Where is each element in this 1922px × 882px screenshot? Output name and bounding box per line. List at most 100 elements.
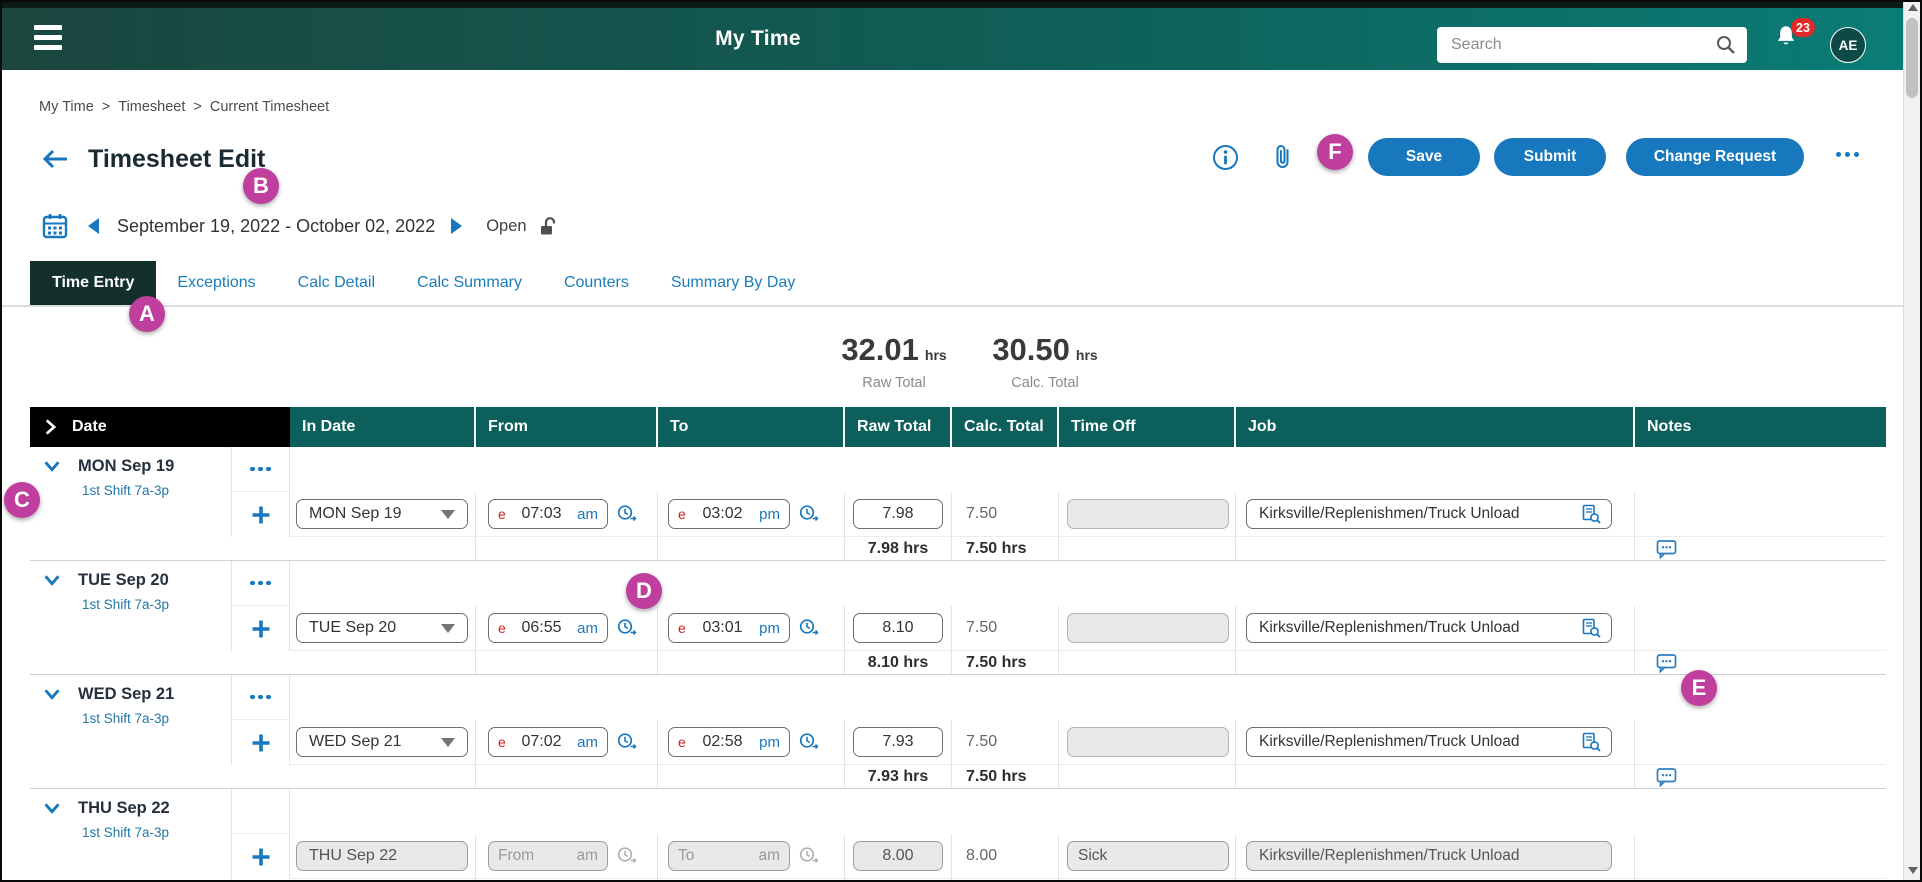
avatar[interactable]: AE (1830, 27, 1866, 63)
subtotal-spacer (1236, 537, 1635, 560)
time-off-input[interactable] (1067, 499, 1229, 529)
breadcrumb-timesheet[interactable]: Timesheet (118, 99, 185, 115)
time-transfer-clock-icon[interactable] (616, 503, 639, 526)
breadcrumb-my-time[interactable]: My Time (39, 99, 94, 115)
date-cell: WED Sep 21 1st Shift 7a-3p (30, 675, 232, 765)
time-transfer-clock-icon[interactable] (798, 731, 821, 754)
job-lookup-icon[interactable] (1581, 732, 1602, 753)
time-off-input[interactable] (1067, 613, 1229, 643)
notifications-bell-icon[interactable]: 23 (1772, 18, 1818, 64)
dropdown-caret-icon (441, 623, 455, 633)
time-transfer-clock-icon-disabled (616, 845, 639, 868)
add-row-plus-icon[interactable] (250, 846, 272, 868)
collapse-day-chevron-icon[interactable] (40, 455, 64, 477)
notes-comment-icon[interactable] (1655, 651, 1678, 674)
row-more-options-icon[interactable] (250, 694, 271, 700)
more-options-icon[interactable] (1836, 152, 1859, 157)
next-period-icon[interactable] (451, 218, 463, 234)
to-time-input[interactable]: e 02:58 pm (668, 727, 790, 757)
tab-counters[interactable]: Counters (543, 261, 650, 305)
notes-comment-icon[interactable] (1655, 765, 1678, 788)
tab-calc-summary[interactable]: Calc Summary (396, 261, 543, 305)
to-time-input[interactable]: e 03:01 pm (668, 613, 790, 643)
shift-link[interactable]: 1st Shift 7a-3p (82, 597, 169, 612)
tab-calc-detail[interactable]: Calc Detail (277, 261, 396, 305)
add-row-plus-icon[interactable] (250, 618, 272, 640)
scrollbar-up-arrow-icon[interactable] (1908, 4, 1918, 11)
title-row: Timesheet Edit (40, 138, 265, 180)
raw-total-unit: hrs (924, 347, 947, 363)
time-transfer-clock-icon[interactable] (798, 503, 821, 526)
in-date-dropdown[interactable]: WED Sep 21 (296, 727, 468, 757)
in-date-dropdown[interactable]: MON Sep 19 (296, 499, 468, 529)
add-row-plus-icon[interactable] (250, 732, 272, 754)
notes-subtotal-cell (1635, 651, 1886, 674)
raw-total-input[interactable]: 8.10 (853, 613, 943, 643)
add-row-plus-icon[interactable] (250, 504, 272, 526)
hamburger-menu-icon[interactable] (34, 25, 64, 53)
app-title: My Time (715, 27, 801, 50)
time-transfer-clock-icon[interactable] (616, 617, 639, 640)
back-arrow-icon[interactable] (40, 148, 70, 170)
calc-total-cell: 8.00 (952, 834, 1059, 879)
subtotal-spacer (476, 651, 658, 674)
row-more-options-icon[interactable] (250, 466, 271, 472)
time-off-input-disabled: Sick (1067, 841, 1229, 871)
time-transfer-clock-icon[interactable] (616, 731, 639, 754)
time-off-input[interactable] (1067, 727, 1229, 757)
from-time-input[interactable]: e 06:55 am (488, 613, 608, 643)
to-time-input[interactable]: e 03:02 pm (668, 499, 790, 529)
vertical-scrollbar[interactable] (1903, 2, 1920, 880)
tab-summary-by-day[interactable]: Summary By Day (650, 261, 816, 305)
annotation-badge-e: E (1681, 670, 1717, 706)
notes-comment-icon[interactable] (1655, 537, 1678, 560)
to-cell: e 03:02 pm (658, 492, 845, 537)
calc-total-cell: 7.50 (952, 492, 1059, 537)
job-input[interactable]: Kirksville/Replenishmen/Truck Unload (1246, 727, 1612, 757)
job-input[interactable]: Kirksville/Replenishmen/Truck Unload (1246, 499, 1612, 529)
search-input[interactable] (1451, 36, 1715, 54)
search-icon[interactable] (1715, 34, 1737, 56)
change-request-button[interactable]: Change Request (1626, 138, 1804, 176)
save-button[interactable]: Save (1368, 138, 1480, 176)
time-off-cell (1059, 720, 1236, 765)
column-header-from: From (476, 407, 658, 447)
raw-total-input[interactable]: 7.98 (853, 499, 943, 529)
time-transfer-clock-icon-disabled (798, 845, 821, 868)
shift-link[interactable]: 1st Shift 7a-3p (82, 483, 169, 498)
shift-link[interactable]: 1st Shift 7a-3p (82, 825, 169, 840)
column-header-date[interactable]: Date (30, 407, 232, 447)
job-lookup-icon[interactable] (1581, 504, 1602, 525)
notes-cell (1635, 492, 1886, 537)
scrollbar-down-arrow-icon[interactable] (1908, 867, 1918, 874)
date-cell: MON Sep 19 1st Shift 7a-3p (30, 447, 232, 537)
to-time-input-disabled: To am (668, 841, 790, 871)
time-transfer-clock-icon[interactable] (798, 617, 821, 640)
raw-total-cell: 8.10 (845, 606, 952, 651)
tab-exceptions[interactable]: Exceptions (156, 261, 276, 305)
calendar-icon[interactable] (42, 213, 68, 240)
collapse-day-chevron-icon[interactable] (40, 683, 64, 705)
info-icon[interactable] (1212, 144, 1239, 171)
column-header-notes: Notes (1635, 407, 1886, 447)
shift-link[interactable]: 1st Shift 7a-3p (82, 711, 169, 726)
raw-total-cell: 7.98 (845, 492, 952, 537)
calc-total-label: Calc. Total (1011, 375, 1079, 391)
attachment-paperclip-icon[interactable] (1272, 143, 1294, 171)
collapse-day-chevron-icon[interactable] (40, 569, 64, 591)
column-header-calc-total: Calc. Total (952, 407, 1059, 447)
from-time-input[interactable]: e 07:03 am (488, 499, 608, 529)
scrollbar-thumb[interactable] (1906, 18, 1918, 98)
raw-total-input[interactable]: 7.93 (853, 727, 943, 757)
collapse-day-chevron-icon[interactable] (40, 797, 64, 819)
job-lookup-icon[interactable] (1581, 618, 1602, 639)
row-more-options-icon[interactable] (250, 580, 271, 586)
previous-period-icon[interactable] (88, 218, 99, 234)
in-date-dropdown[interactable]: TUE Sep 20 (296, 613, 468, 643)
add-row-cell (232, 492, 290, 537)
to-cell: e 02:58 pm (658, 720, 845, 765)
job-input[interactable]: Kirksville/Replenishmen/Truck Unload (1246, 613, 1612, 643)
subtotal-spacer (1059, 651, 1236, 674)
submit-button[interactable]: Submit (1494, 138, 1606, 176)
from-time-input[interactable]: e 07:02 am (488, 727, 608, 757)
